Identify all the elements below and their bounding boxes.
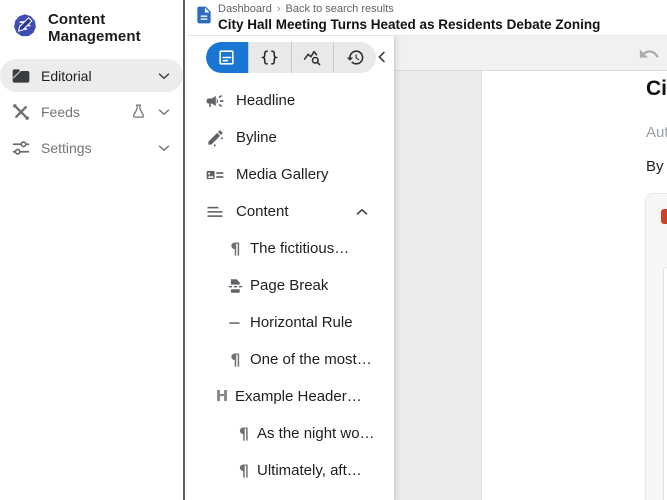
sidebar-item-label: Settings: [41, 140, 92, 156]
tree-item-example-header[interactable]: H Example Header…: [187, 378, 393, 415]
media-image-icon: [661, 209, 667, 224]
feeds-icon: [10, 102, 32, 122]
sidebar-item-label: Feeds: [41, 104, 80, 120]
undo-button[interactable]: [636, 41, 662, 67]
page-break-icon: [227, 277, 244, 295]
app-logo-icon: [12, 13, 38, 44]
chevron-up-icon[interactable]: [353, 203, 371, 221]
panel-tabs: [206, 42, 376, 73]
article-icon: [217, 48, 236, 67]
tree-item-ultimately-aft[interactable]: ¶ Ultimately, aft…: [187, 452, 393, 489]
tree-item-the-fictitious[interactable]: ¶ The fictitious…: [187, 230, 393, 267]
code-braces-icon: [260, 48, 279, 67]
headline-field[interactable]: City Hall Meeting Turns Heated as Reside…: [646, 77, 667, 101]
sidebar-item-settings[interactable]: Settings: [0, 131, 183, 164]
tab-article[interactable]: [206, 42, 248, 73]
tab-code-braces[interactable]: [248, 42, 291, 73]
sidebar: Content Management Editorial Feeds Setting…: [0, 0, 185, 500]
tree-item-one-of-the-most[interactable]: ¶ One of the most…: [187, 341, 393, 378]
sidebar-item-trailing: [130, 103, 173, 121]
tree-item-label: One of the most…: [250, 351, 372, 368]
breadcrumb-dashboard[interactable]: Dashboard: [218, 3, 272, 16]
header-icon: H: [215, 389, 229, 404]
paragraph-icon: ¶: [237, 463, 251, 479]
sidebar-nav: Editorial Feeds Settings: [0, 59, 183, 167]
tab-history[interactable]: [333, 42, 376, 73]
history-icon: [346, 48, 365, 67]
breadcrumb-separator: ›: [277, 3, 281, 16]
tree-item-label: Content: [236, 203, 289, 220]
paragraph-icon: ¶: [227, 352, 244, 368]
breadcrumb-back-to-search[interactable]: Back to search results: [286, 3, 394, 16]
structure-panel: Headline Byline Media Gallery Content ¶ The f…: [187, 36, 395, 500]
tree-item-label: Media Gallery: [236, 166, 329, 183]
media-gallery-block[interactable]: [645, 193, 667, 500]
dash-icon: [227, 314, 244, 332]
app-window: Content Management Editorial Feeds Setting…: [0, 0, 667, 500]
tree-item-label: Headline: [236, 92, 295, 109]
tree-item-label: Ultimately, aft…: [257, 462, 362, 479]
tree-item-label: Byline: [236, 129, 277, 146]
undo-icon: [638, 43, 660, 65]
breadcrumb: Dashboard › Back to search results: [218, 3, 600, 16]
standfirst-field[interactable]: Aut: [646, 124, 667, 141]
sidebar-item-editorial[interactable]: Editorial: [0, 59, 183, 92]
main-header: Dashboard › Back to search results City …: [187, 0, 667, 36]
tree-item-horizontal-rule[interactable]: Horizontal Rule: [187, 304, 393, 341]
article-doc-icon: [194, 5, 214, 30]
chevron-left-icon: [373, 48, 391, 66]
flask-icon: [130, 103, 147, 120]
sidebar-item-trailing: [155, 67, 173, 85]
ink-pen-icon: [204, 128, 226, 147]
chevron-down-icon: [155, 67, 173, 85]
tree-item-byline[interactable]: Byline: [187, 119, 393, 156]
tree-item-label: The fictitious…: [250, 240, 349, 257]
query-stats-icon: [303, 48, 322, 67]
chevron-down-icon: [155, 139, 173, 157]
editor-card: City Hall Meeting Turns Heated as Reside…: [481, 71, 667, 500]
app-title: Content Management: [48, 11, 171, 45]
paragraph-icon: ¶: [227, 241, 244, 257]
notes-icon: [204, 202, 226, 222]
paragraph-icon: ¶: [237, 426, 251, 442]
tree-item-headline[interactable]: Headline: [187, 82, 393, 119]
tree-item-as-the-night-wo[interactable]: ¶ As the night wo…: [187, 415, 393, 452]
tree-item-media-gallery[interactable]: Media Gallery: [187, 156, 393, 193]
tree-item-page-break[interactable]: Page Break: [187, 267, 393, 304]
tab-query-stats[interactable]: [291, 42, 334, 73]
campaign-icon: [204, 91, 226, 111]
folder-icon: [10, 66, 32, 86]
collapse-panel-button[interactable]: [373, 48, 391, 66]
tune-icon: [10, 138, 32, 158]
byline-field[interactable]: By L: [646, 158, 667, 175]
sidebar-item-feeds[interactable]: Feeds: [0, 95, 183, 128]
sidebar-item-label: Editorial: [41, 68, 92, 84]
art-track-icon: [204, 165, 226, 185]
tree-item-label: As the night wo…: [257, 425, 375, 442]
sidebar-item-trailing: [155, 139, 173, 157]
tree-item-label: Page Break: [250, 277, 328, 294]
tree-item-label: Horizontal Rule: [250, 314, 353, 331]
tree-item-content[interactable]: Content: [187, 193, 393, 230]
document-tree: Headline Byline Media Gallery Content ¶ The f…: [187, 82, 393, 489]
chevron-down-icon: [155, 103, 173, 121]
media-placeholder: [663, 267, 667, 500]
app-logo-row: Content Management: [0, 0, 183, 55]
tree-item-label: Example Header…: [235, 388, 362, 405]
document-title: City Hall Meeting Turns Heated as Reside…: [218, 17, 600, 33]
